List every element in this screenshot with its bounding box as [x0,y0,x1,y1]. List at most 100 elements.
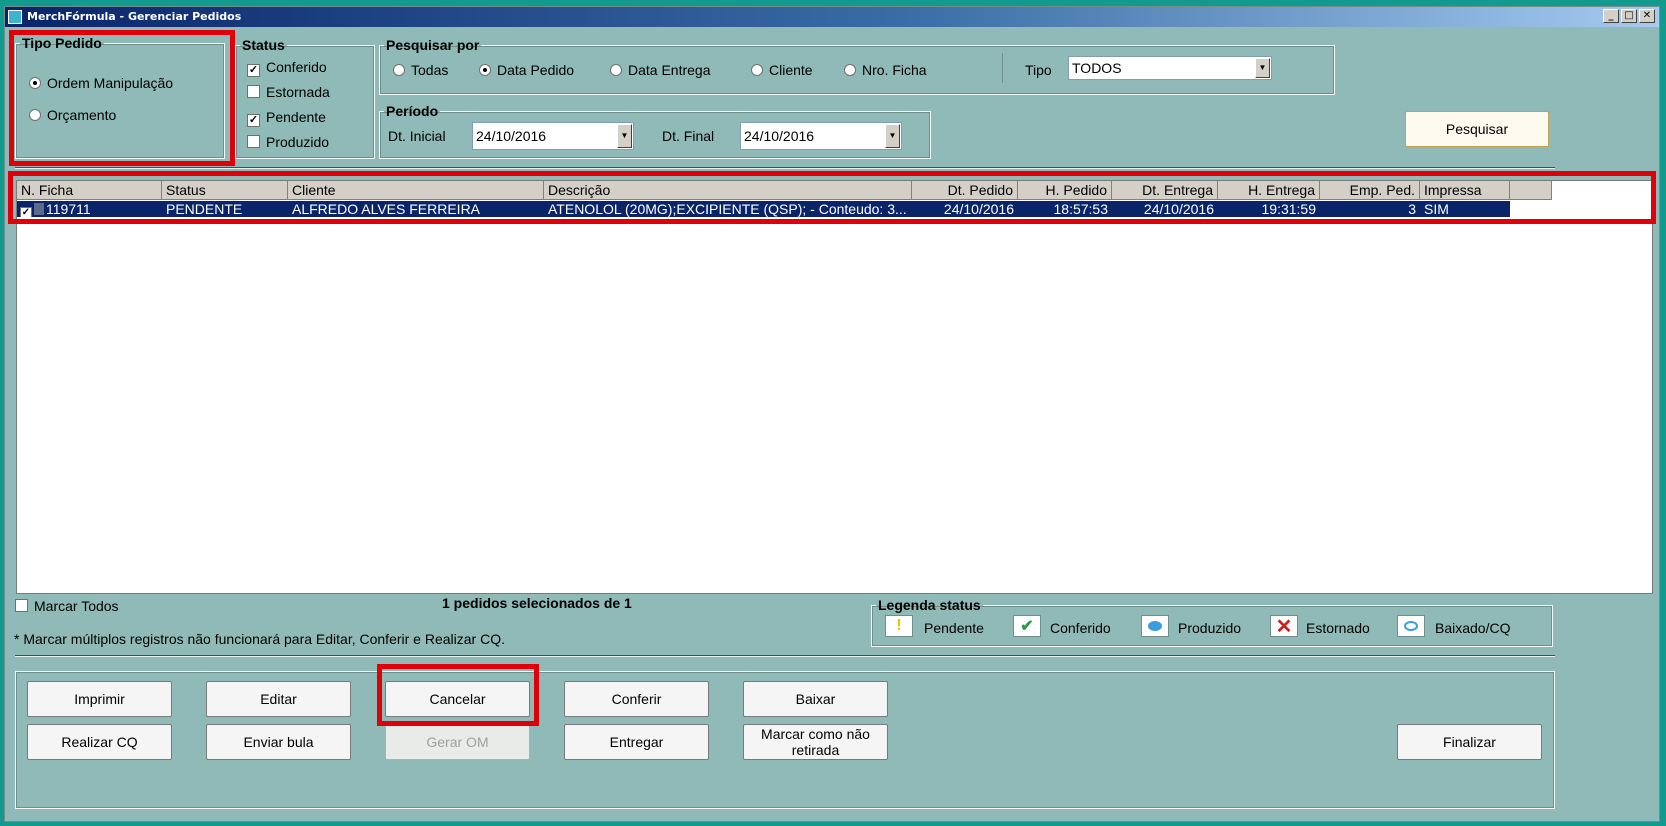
checkbox-checked-icon: ✓ [247,114,260,127]
tipo-pedido-legend: Tipo Pedido [22,35,102,51]
checkbox-checked-icon: ✓ [247,64,260,77]
finalizar-button[interactable]: Finalizar [1397,724,1542,760]
realizar-cq-button[interactable]: Realizar CQ [27,724,172,760]
row-checkbox-checked-icon[interactable]: ✓ [20,207,32,217]
legend-pendente: Pendente [924,620,984,636]
enviar-bula-button[interactable]: Enviar bula [206,724,351,760]
grid-header: N. Ficha Status Cliente Descrição Dt. Pe… [17,181,1552,200]
cell-dt-pedido: 24/10/2016 [943,201,1014,217]
checkbox-label: Pendente [266,109,326,125]
col-header-h-entrega[interactable]: H. Entrega [1218,181,1320,200]
cell-dt-entrega: 24/10/2016 [1143,201,1214,217]
imprimir-button[interactable]: Imprimir [27,681,172,717]
col-header-h-pedido[interactable]: H. Pedido [1018,181,1112,200]
maximize-button[interactable]: □ [1621,9,1637,23]
radio-todas[interactable]: Todas [393,62,448,78]
blue-ring-icon [1397,615,1425,637]
radio-label: Data Entrega [628,62,711,78]
ficha-value: 119711 [46,201,91,217]
periodo-legend: Período [386,103,439,119]
editar-button[interactable]: Editar [206,681,351,717]
dt-inicial-picker[interactable]: 24/10/2016 ▼ [472,122,634,150]
gerar-om-button: Gerar OM [385,724,530,760]
exclamation-icon: ! [885,615,913,637]
checkbox-icon [15,599,28,612]
radio-label: Todas [411,62,449,78]
title-bar: MerchFórmula - Gerenciar Pedidos _ □ ✕ [5,7,1659,27]
col-header-dt-entrega[interactable]: Dt. Entrega [1112,181,1218,200]
tipo-select[interactable]: TODOS ▼ [1068,56,1272,80]
conferir-button[interactable]: Conferir [564,681,709,717]
marcar-nao-retirada-button[interactable]: Marcar como não retirada [743,724,888,760]
radio-button-icon [610,64,622,76]
blue-ring-shape [1404,621,1418,631]
col-header-impressa[interactable]: Impressa [1420,181,1510,200]
radio-label: Cliente [769,62,813,78]
radio-button-icon [29,77,41,89]
cell-descricao: ATENOLOL (20MG);EXCIPIENTE (QSP); - Cont… [548,201,907,217]
tipo-label: Tipo [1025,62,1052,78]
minimize-button[interactable]: _ [1603,9,1619,23]
col-header-cliente[interactable]: Cliente [288,181,544,200]
check-pendente[interactable]: ✓ Pendente [247,109,326,127]
row-status-icon [34,203,44,215]
radio-button-icon [29,109,41,121]
check-produzido[interactable]: Produzido [247,134,329,150]
radio-button-icon [479,64,491,76]
chevron-down-icon[interactable]: ▼ [1255,58,1270,78]
status-legend: Status [242,37,285,53]
dt-final-value: 24/10/2016 [744,128,815,144]
cell-cliente: ALFREDO ALVES FERREIRA [292,201,481,217]
checkbox-icon [247,135,260,148]
cancelar-button[interactable]: Cancelar [385,681,530,717]
col-header-dt-pedido[interactable]: Dt. Pedido [912,181,1018,200]
check-conferido[interactable]: ✓ Conferido [247,59,327,77]
selection-info: 1 pedidos selecionados de 1 [442,595,632,611]
dt-final-picker[interactable]: 24/10/2016 ▼ [740,122,902,150]
check-estornada[interactable]: Estornada [247,84,330,100]
chevron-down-icon[interactable]: ▼ [885,124,900,148]
window-title: MerchFórmula - Gerenciar Pedidos [27,10,242,23]
chevron-down-icon[interactable]: ▼ [617,124,632,148]
cell-h-pedido: 18:57:53 [1053,201,1109,217]
radio-label: Ordem Manipulação [47,75,174,91]
cell-h-entrega: 19:31:59 [1261,201,1317,217]
legend-estornado: Estornado [1306,620,1370,636]
legenda-status-legend: Legenda status [878,597,981,613]
col-header-descricao[interactable]: Descrição [544,181,912,200]
radio-cliente[interactable]: Cliente [751,62,813,78]
marcar-todos-checkbox[interactable]: Marcar Todos [15,598,119,614]
tipo-pedido-group: Tipo Pedido [15,35,225,159]
blue-dot-shape [1148,621,1162,631]
pesquisar-button[interactable]: Pesquisar [1405,111,1549,147]
main-window: MerchFórmula - Gerenciar Pedidos _ □ ✕ T… [4,6,1660,822]
radio-nro-ficha[interactable]: Nro. Ficha [844,62,927,78]
radio-data-pedido[interactable]: Data Pedido [479,62,574,78]
radio-label: Data Pedido [497,62,575,78]
pesquisar-por-legend: Pesquisar por [386,37,480,53]
cell-emp-ped: 3 [1408,201,1416,217]
col-header-status[interactable]: Status [162,181,288,200]
dt-final-label: Dt. Final [662,128,715,144]
radio-ordem-manipulacao[interactable]: Ordem Manipulação [29,75,173,91]
close-button[interactable]: ✕ [1639,9,1655,23]
radio-data-entrega[interactable]: Data Entrega [610,62,711,78]
checkbox-label: Estornada [266,84,330,100]
cell-status: PENDENTE [166,201,243,217]
separator [15,167,1555,169]
legend-produzido: Produzido [1178,620,1242,636]
baixar-button[interactable]: Baixar [743,681,888,717]
radio-orcamento[interactable]: Orçamento [29,107,116,123]
entregar-button[interactable]: Entregar [564,724,709,760]
table-row[interactable]: ✓ 119711 PENDENTE ALFREDO ALVES FERREIRA … [17,201,1510,217]
col-header-filler [1510,181,1552,200]
cell-n-ficha: ✓ 119711 [17,201,162,217]
red-x-icon: ✕ [1270,615,1298,638]
multi-select-note: * Marcar múltiplos registros não funcion… [14,631,505,647]
checkbox-label: Produzido [266,134,330,150]
col-header-emp-ped[interactable]: Emp. Ped. [1320,181,1420,200]
checkbox-icon [247,85,260,98]
legend-baixado-cq: Baixado/CQ [1435,620,1511,636]
col-header-n-ficha[interactable]: N. Ficha [17,181,162,200]
radio-label: Orçamento [47,107,117,123]
